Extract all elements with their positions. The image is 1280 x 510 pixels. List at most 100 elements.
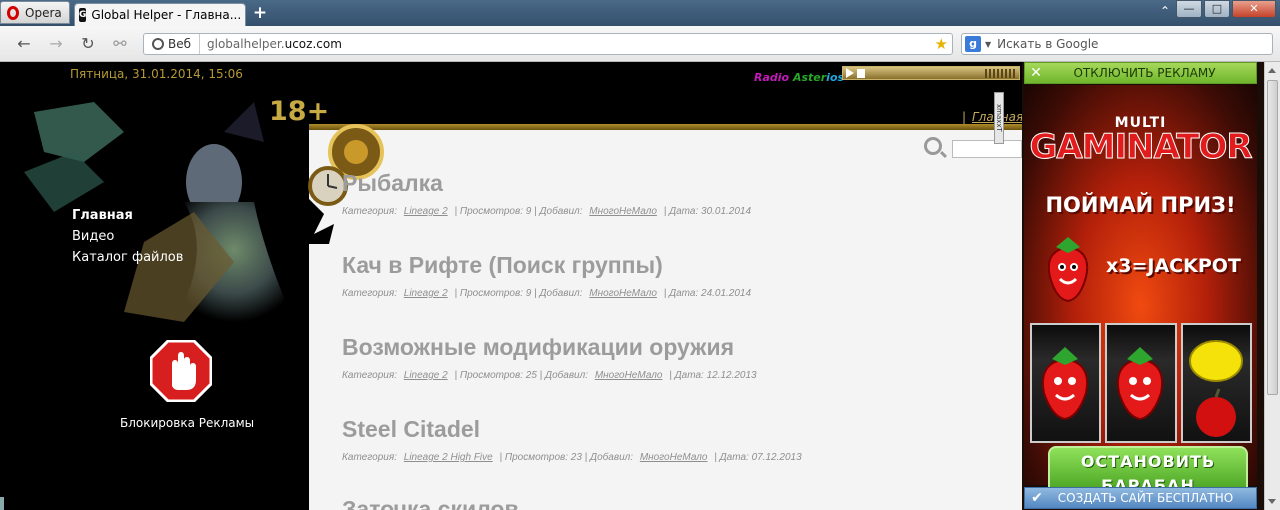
category-link[interactable]: Lineage 2: [404, 206, 448, 217]
header-divider: [309, 124, 1022, 130]
entry-title[interactable]: Возможные модификации оружия: [342, 334, 757, 361]
author-link[interactable]: МногоНеМало: [595, 370, 663, 381]
create-site-label: СОЗДАТЬ САЙТ БЕСПЛАТНО: [1057, 491, 1234, 505]
reel-lemon-apple: [1180, 323, 1252, 443]
gaminator-banner[interactable]: MULTI GAMINATOR ПОЙМАЙ ПРИЗ! x3=JACKPOT: [1024, 85, 1257, 500]
category-link[interactable]: Lineage 2 High Five: [404, 452, 493, 463]
back-icon[interactable]: ←: [14, 34, 34, 54]
entry-title[interactable]: Кач в Рифте (Поиск группы): [342, 252, 751, 279]
views-label: | Просмотров: 23 | Добавил:: [499, 452, 634, 463]
maximize-button[interactable]: □: [1204, 0, 1230, 18]
address-bar[interactable]: Веб globalhelper.ucoz.com ★: [143, 33, 953, 55]
nav-separator: |: [962, 110, 967, 124]
strawberry-icon: [1042, 347, 1088, 421]
site-info-badge[interactable]: Веб: [144, 34, 201, 54]
ad-headline: ПОЙМАЙ ПРИЗ!: [1045, 193, 1236, 217]
author-link[interactable]: МногоНеМало: [589, 288, 657, 299]
date-label: | Дата: 12.12.2013: [669, 370, 757, 381]
site-search-input[interactable]: [952, 140, 1022, 158]
minimize-button[interactable]: —: [1176, 0, 1202, 18]
category-link[interactable]: Lineage 2: [404, 288, 448, 299]
url-prefix: globalhelper.: [207, 37, 285, 51]
entry-item: Кач в Рифте (Поиск группы) Категория: Li…: [342, 252, 751, 299]
strawberry-icon: [1047, 237, 1089, 303]
sidebar-item-home[interactable]: Главная: [72, 208, 133, 223]
ad-choices-tag[interactable]: xmaxxT: [994, 92, 1004, 144]
author-link[interactable]: МногоНеМало: [589, 206, 657, 217]
seek-handle[interactable]: [857, 69, 865, 78]
reel-strawberry: [1105, 323, 1177, 443]
opera-menu-label: Opera: [25, 5, 62, 20]
entry-meta: Категория: Lineage 2 | Просмотров: 9 | Д…: [342, 288, 751, 299]
page-scrollbar[interactable]: [1264, 62, 1280, 510]
search-placeholder: Искать в Google: [997, 37, 1099, 51]
search-icon[interactable]: [924, 137, 942, 155]
jackpot-text: x3=JACKPOT: [1106, 255, 1241, 277]
entry-item: Возможные модификации оружия Категория: …: [342, 334, 757, 381]
disable-ads-button[interactable]: ✕ ОТКЛЮЧИТЬ РЕКЛАМУ: [1024, 62, 1257, 84]
globe-icon: [152, 38, 164, 50]
brand-title: GAMINATOR: [1029, 127, 1253, 168]
stop-hand-icon[interactable]: [150, 340, 212, 402]
search-field[interactable]: g ▼ Искать в Google: [961, 33, 1273, 55]
entry-item: Steel Citadel Категория: Lineage 2 High …: [342, 416, 802, 463]
category-label: Категория:: [342, 288, 397, 299]
entry-item: Заточка скилов: [342, 496, 519, 510]
tab-menu-icon[interactable]: ⌃: [1160, 4, 1170, 18]
url-text[interactable]: globalhelper.ucoz.com: [200, 37, 342, 51]
star-icon[interactable]: ★: [935, 35, 948, 53]
entry-title[interactable]: Steel Citadel: [342, 416, 802, 443]
entry-meta: Категория: Lineage 2 | Просмотров: 9 | Д…: [342, 206, 751, 217]
url-domain: ucoz.com: [284, 37, 342, 51]
radio-asterios-logo[interactable]: Radio Asterios: [754, 71, 844, 84]
title-bar: Opera G Global Helper - Главна... ✕ + ⌃ …: [0, 0, 1280, 26]
scroll-up-icon[interactable]: [1268, 68, 1276, 73]
volume-icon[interactable]: [985, 69, 1015, 78]
strawberry-icon: [1117, 347, 1164, 421]
opera-logo-icon: [7, 5, 19, 20]
entry-title[interactable]: Рыбалка: [342, 170, 751, 197]
current-date: Пятница, 31.01.2014, 15:06: [70, 67, 243, 81]
date-label: | Дата: 30.01.2014: [663, 206, 752, 217]
play-icon[interactable]: [846, 68, 854, 78]
reel-strawberry: [1030, 323, 1102, 443]
date-label: | Дата: 24.01.2014: [663, 288, 752, 299]
entry-meta: Категория: Lineage 2 | Просмотров: 25 | …: [342, 370, 757, 381]
reload-icon[interactable]: ↻: [78, 34, 98, 54]
window-controls: — □ ✕: [1176, 0, 1276, 18]
left-edge-handle: [0, 497, 4, 510]
category-link[interactable]: Lineage 2: [404, 370, 448, 381]
entry-item: Рыбалка Категория: Lineage 2 | Просмотро…: [342, 170, 751, 217]
google-icon[interactable]: g: [965, 36, 981, 52]
category-label: Категория:: [342, 206, 397, 217]
tab-global-helper[interactable]: G Global Helper - Главна... ✕: [74, 3, 246, 26]
author-link[interactable]: МногоНеМало: [640, 452, 708, 463]
adblock-label[interactable]: Блокировка Рекламы: [120, 416, 254, 430]
slot-reels: [1030, 323, 1252, 443]
opera-menu-button[interactable]: Opera: [0, 1, 70, 24]
navigation-toolbar: ← → ↻ ⚯ Веб globalhelper.ucoz.com ★ g ▼ …: [0, 26, 1280, 62]
scroll-down-icon[interactable]: [1268, 499, 1276, 504]
new-tab-button[interactable]: +: [250, 4, 270, 22]
chevron-down-icon[interactable]: ▼: [985, 40, 991, 49]
advertisement-panel: ✕ ОТКЛЮЧИТЬ РЕКЛАМУ MULTI GAMINATOR ПОЙМ…: [1022, 62, 1264, 510]
close-icon: ✕: [1030, 65, 1042, 81]
create-site-button[interactable]: ✔ СОЗДАТЬ САЙТ БЕСПЛАТНО: [1024, 487, 1257, 509]
stop-reel-line1: ОСТАНОВИТЬ: [1080, 452, 1216, 471]
radio-logo-part: Aster: [792, 71, 827, 84]
sidebar-item-video[interactable]: Видео: [72, 229, 114, 244]
entry-title[interactable]: Заточка скилов: [342, 496, 519, 510]
category-label: Категория:: [342, 452, 397, 463]
views-label: | Просмотров: 9 | Добавил:: [454, 206, 583, 217]
key-icon[interactable]: ⚯: [110, 34, 130, 54]
scroll-thumb[interactable]: [1267, 80, 1278, 395]
date-label: | Дата: 07.12.2013: [714, 452, 802, 463]
forward-icon[interactable]: →: [46, 34, 66, 54]
entry-meta: Категория: Lineage 2 High Five | Просмот…: [342, 452, 802, 463]
radio-player[interactable]: [842, 66, 1020, 80]
sidebar-item-file-catalog[interactable]: Каталог файлов: [72, 250, 183, 265]
close-window-button[interactable]: ✕: [1232, 0, 1276, 18]
fruit-icons: [1188, 340, 1243, 437]
site-favicon-icon: G: [79, 8, 87, 22]
web-page: Пятница, 31.01.2014, 15:06 Radio Asterio…: [4, 62, 1022, 510]
